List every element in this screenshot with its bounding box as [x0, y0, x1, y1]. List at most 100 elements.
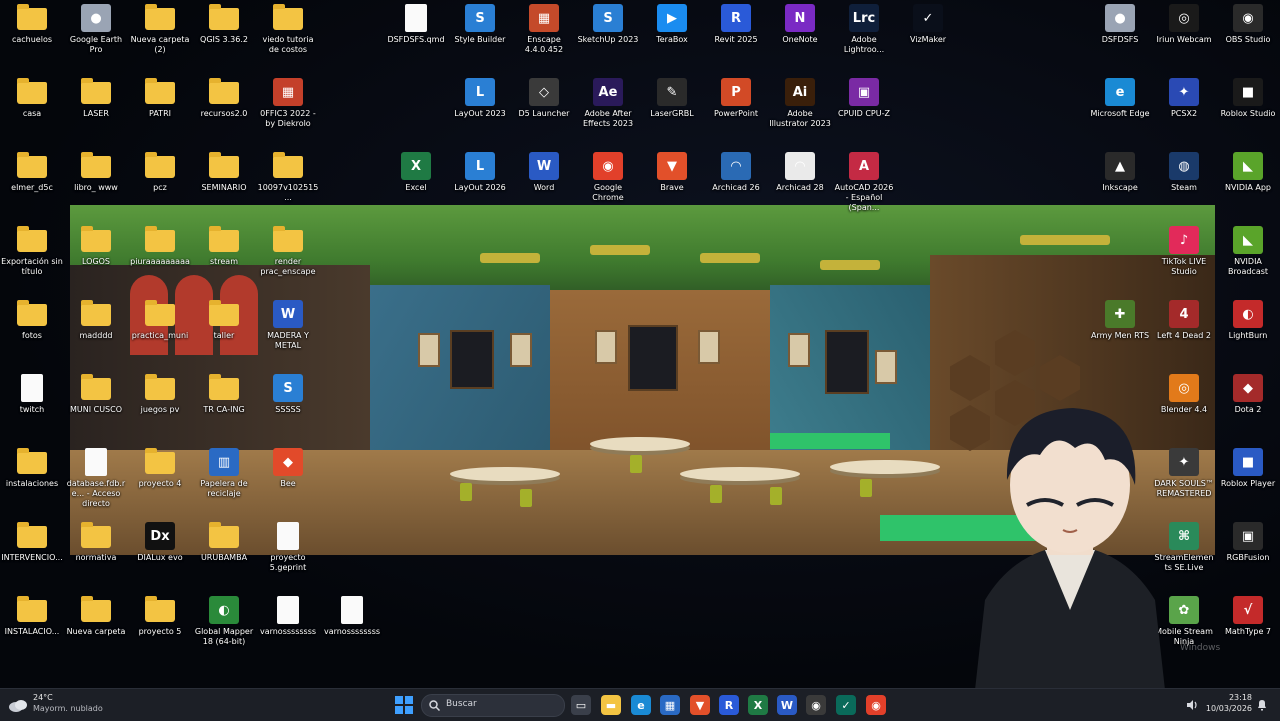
- word-icon[interactable]: W: [777, 695, 797, 715]
- desktop-icon-varnossssssss[interactable]: varnossssssss: [257, 596, 319, 637]
- desktop-icon-muni-cusco[interactable]: MUNI CUSCO: [65, 374, 127, 415]
- desktop-icon-database-fdb-re-acceso-directo[interactable]: database.fdb.re... - Acceso directo: [65, 448, 127, 509]
- desktop-icon-taller[interactable]: taller: [193, 300, 255, 341]
- speaker-icon[interactable]: [1186, 699, 1198, 711]
- desktop-icon-proyecto-4[interactable]: proyecto 4: [129, 448, 191, 489]
- desktop-icon-excel[interactable]: X Excel: [385, 152, 447, 193]
- desktop-icon-recursos2-0[interactable]: recursos2.0: [193, 78, 255, 119]
- desktop-icon-d5-launcher[interactable]: ◇ D5 Launcher: [513, 78, 575, 119]
- desktop-icon-10097v102515[interactable]: 10097v102515...: [257, 152, 319, 203]
- desktop-icon-cpuid-cpu-z[interactable]: ▣ CPUID CPU-Z: [833, 78, 895, 119]
- weather-description[interactable]: Mayorm. nublado: [33, 704, 103, 713]
- taskbar-search-box[interactable]: Buscar: [421, 694, 565, 717]
- desktop-icon-elmer-d5c[interactable]: elmer_d5c: [1, 152, 63, 193]
- desktop-icon-laser[interactable]: LASER: [65, 78, 127, 119]
- desktop-icon-terabox[interactable]: ▶ TeraBox: [641, 4, 703, 45]
- desktop-icon-casa[interactable]: casa: [1, 78, 63, 119]
- desktop-icon-steam[interactable]: ◍ Steam: [1153, 152, 1215, 193]
- desktop-icon-dsfdsfs[interactable]: ● DSFDSFS: [1089, 4, 1151, 45]
- desktop-icon-libro-www[interactable]: libro_ www: [65, 152, 127, 193]
- desktop-icon-brave[interactable]: ▼ Brave: [641, 152, 703, 193]
- desktop-icon-instalaciones[interactable]: instalaciones: [1, 448, 63, 489]
- desktop-icon-archicad-26[interactable]: ◠ Archicad 26: [705, 152, 767, 193]
- file-explorer-icon[interactable]: ▬: [601, 695, 621, 715]
- desktop-icon-adobe-illustrator-2023[interactable]: Ai Adobe Illustrator 2023: [769, 78, 831, 129]
- desktop-icon-papelera-de-reciclaje[interactable]: ▥ Papelera de reciclaje: [193, 448, 255, 499]
- desktop-icon-lasergrbl[interactable]: ✎ LaserGRBL: [641, 78, 703, 119]
- desktop-icon-autocad-2026-espa-ol-span[interactable]: A AutoCAD 2026 - Español (Span...: [833, 152, 895, 213]
- desktop-icon-urubamba[interactable]: URUBAMBA: [193, 522, 255, 563]
- store-icon[interactable]: ▦: [660, 695, 680, 715]
- desktop-icon-global-mapper-18-64-bit[interactable]: ◐ Global Mapper 18 (64-bit): [193, 596, 255, 647]
- excel-icon[interactable]: X: [748, 695, 768, 715]
- desktop-icon-sketchup-2023[interactable]: S SketchUp 2023: [577, 4, 639, 45]
- desktop-icon-roblox-studio[interactable]: ■ Roblox Studio: [1217, 78, 1279, 119]
- desktop-icon-style-builder[interactable]: S Style Builder: [449, 4, 511, 45]
- desktop-icon-nvidia-broadcast[interactable]: ◣ NVIDIA Broadcast: [1217, 226, 1279, 277]
- desktop-icon-roblox-player[interactable]: ■ Roblox Player: [1217, 448, 1279, 489]
- weather-temperature[interactable]: 24°C: [33, 693, 53, 702]
- desktop-icon-layout-2023[interactable]: L LayOut 2023: [449, 78, 511, 119]
- desktop-icon-left-4-dead-2[interactable]: 4 Left 4 Dead 2: [1153, 300, 1215, 341]
- desktop-icon-viedo-tutoria-de-costos[interactable]: viedo tutoria de costos: [257, 4, 319, 55]
- desktop-icon-tr-ca-ing[interactable]: TR CA-ING: [193, 374, 255, 415]
- desktop-icon-juegos-pv[interactable]: juegos pv: [129, 374, 191, 415]
- desktop-icon-instalacio[interactable]: INSTALACIO...: [1, 596, 63, 637]
- desktop-icon-intervencio[interactable]: INTERVENCIO...: [1, 522, 63, 563]
- desktop-icon-dialux-evo[interactable]: Dx DIALux evo: [129, 522, 191, 563]
- clock-date[interactable]: 10/03/2026: [1204, 704, 1252, 713]
- desktop-icon-enscape-4-4-0-452[interactable]: ▦ Enscape 4.4.0.452: [513, 4, 575, 55]
- desktop-icon-fotos[interactable]: fotos: [1, 300, 63, 341]
- clock-time[interactable]: 23:18: [1222, 693, 1252, 702]
- desktop-icon-logos[interactable]: LOGOS: [65, 226, 127, 267]
- desktop-icon-qgis-3-36-2[interactable]: QGIS 3.36.2: [193, 4, 255, 45]
- desktop-icon-madddd[interactable]: madddd: [65, 300, 127, 341]
- desktop-icon-nueva-carpeta-2[interactable]: Nueva carpeta (2): [129, 4, 191, 55]
- revit-icon[interactable]: R: [719, 695, 739, 715]
- desktop-icon-practica-muni[interactable]: practica_muni: [129, 300, 191, 341]
- desktop-icon-adobe-after-effects-2023[interactable]: Ae Adobe After Effects 2023: [577, 78, 639, 129]
- desktop-icon-obs-studio[interactable]: ◉ OBS Studio: [1217, 4, 1279, 45]
- desktop-icon-rgbfusion[interactable]: ▣ RGBFusion: [1217, 522, 1279, 563]
- desktop-icon-patri[interactable]: PATRI: [129, 78, 191, 119]
- desktop-icon-vizmaker[interactable]: ✓ VizMaker: [897, 4, 959, 45]
- desktop-icon-word[interactable]: W Word: [513, 152, 575, 193]
- edge-icon[interactable]: e: [631, 695, 651, 715]
- brave-icon[interactable]: ▼: [690, 695, 710, 715]
- desktop-icon-archicad-28[interactable]: ◠ Archicad 28: [769, 152, 831, 193]
- desktop-icon-dota-2[interactable]: ◆ Dota 2: [1217, 374, 1279, 415]
- notification-bell-icon[interactable]: [1256, 699, 1268, 711]
- desktop-icon-onenote[interactable]: N OneNote: [769, 4, 831, 45]
- desktop-icon-exportaci-n-sin-t-tulo[interactable]: Exportación sin título: [1, 226, 63, 277]
- vizmaker-icon[interactable]: ✓: [836, 695, 856, 715]
- desktop-icon-google-earth-pro[interactable]: ● Google Earth Pro: [65, 4, 127, 55]
- desktop-icon-stream[interactable]: stream: [193, 226, 255, 267]
- desktop-icon-bee[interactable]: ◆ Bee: [257, 448, 319, 489]
- desktop-icon-pcz[interactable]: pcz: [129, 152, 191, 193]
- desktop-icon-revit-2025[interactable]: R Revit 2025: [705, 4, 767, 45]
- desktop-icon-army-men-rts[interactable]: ✚ Army Men RTS: [1089, 300, 1151, 341]
- desktop-icon-proyecto-5[interactable]: proyecto 5: [129, 596, 191, 637]
- desktop-icon-adobe-lightroo[interactable]: Lrc Adobe Lightroo...: [833, 4, 895, 55]
- desktop-icon-cachuelos[interactable]: cachuelos: [1, 4, 63, 45]
- desktop-icon-twitch[interactable]: twitch: [1, 374, 63, 415]
- obs-icon[interactable]: ◉: [806, 695, 826, 715]
- desktop-icon-piuraaaaaaaaa[interactable]: piuraaaaaaaaa: [129, 226, 191, 267]
- chrome-icon[interactable]: ◉: [866, 695, 886, 715]
- desktop-icon-inkscape[interactable]: ▲ Inkscape: [1089, 152, 1151, 193]
- task-view-icon[interactable]: ▭: [571, 695, 591, 715]
- desktop-icon-nvidia-app[interactable]: ◣ NVIDIA App: [1217, 152, 1279, 193]
- desktop-icon-nueva-carpeta[interactable]: Nueva carpeta: [65, 596, 127, 637]
- desktop-icon-0ffic3-2022-by-diekrolo[interactable]: ▦ 0FFIC3 2022 - by Diekrolo: [257, 78, 319, 129]
- desktop-icon-seminario[interactable]: SEMINARIO: [193, 152, 255, 193]
- desktop-icon-proyecto-5-geprint[interactable]: proyecto 5.geprint: [257, 522, 319, 573]
- desktop-icon-mathtype-7[interactable]: √ MathType 7: [1217, 596, 1279, 637]
- desktop-icon-render-prac-enscape[interactable]: render prac_enscape: [257, 226, 319, 277]
- desktop-icon-layout-2026[interactable]: L LayOut 2026: [449, 152, 511, 193]
- desktop-icon-varnossssssss[interactable]: varnossssssss: [321, 596, 383, 637]
- desktop-icon-dsfdsfs-qmd[interactable]: DSFDSFS.qmd: [385, 4, 447, 45]
- desktop-icon-lightburn[interactable]: ◐ LightBurn: [1217, 300, 1279, 341]
- desktop-icon-microsoft-edge[interactable]: e Microsoft Edge: [1089, 78, 1151, 119]
- desktop-icon-tiktok-live-studio[interactable]: ♪ TikTok LIVE Studio: [1153, 226, 1215, 277]
- cloud-icon[interactable]: [8, 697, 28, 713]
